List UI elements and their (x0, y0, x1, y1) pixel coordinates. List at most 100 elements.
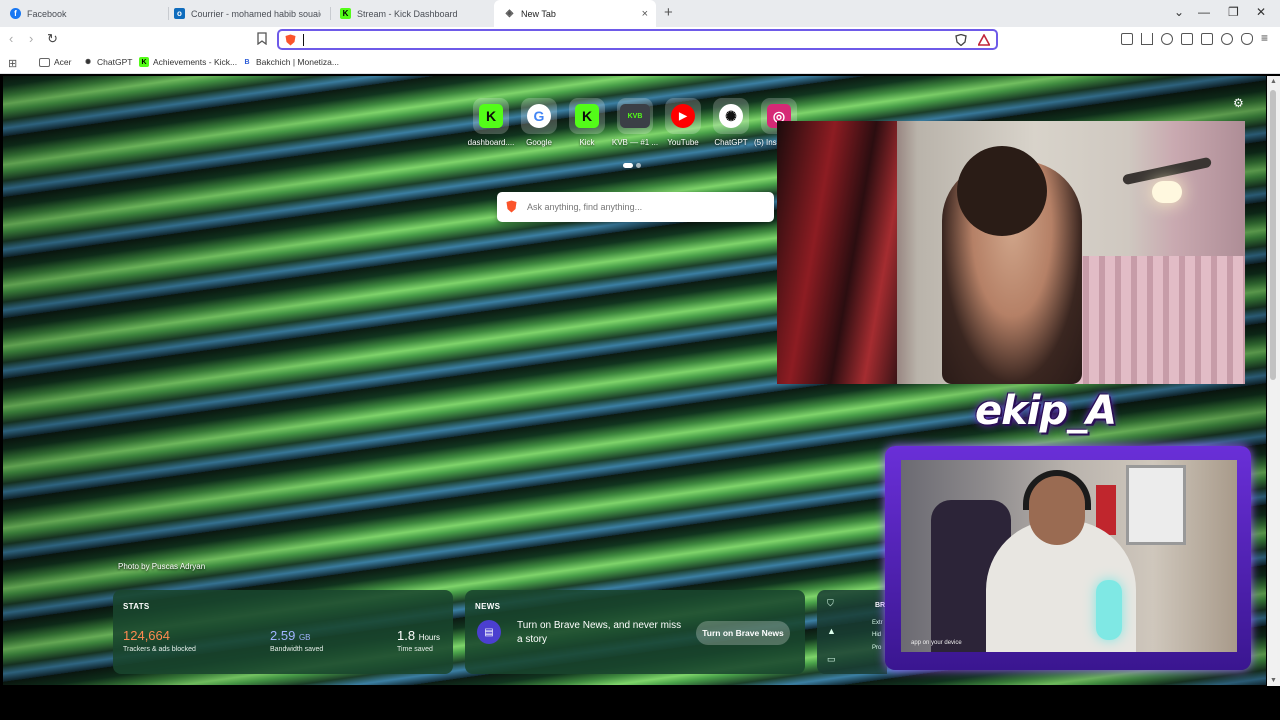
bandwidth-saved-label: Bandwidth saved (270, 646, 324, 653)
bookmark-chatgpt[interactable]: ✺ ChatGPT (83, 57, 132, 67)
folder-icon (39, 57, 50, 67)
headset (1023, 470, 1091, 510)
scrollbar[interactable]: ▲ ▼ (1267, 76, 1280, 686)
brave-rewards-icon[interactable] (978, 34, 990, 46)
bookmark-acer[interactable]: Acer (39, 57, 71, 67)
extensions-icon[interactable] (1121, 33, 1133, 45)
scroll-down-icon[interactable]: ▼ (1270, 677, 1277, 684)
time-number: 1.8 (397, 628, 416, 643)
top-site-dashboard[interactable]: K dashboard.... (464, 98, 518, 147)
search-box[interactable]: Ask anything, find anything... (497, 192, 774, 222)
back-button[interactable]: ‹ (9, 31, 13, 46)
time-saved-value: 1.8 Hours (397, 628, 440, 643)
streamer-logo: ekip_A (975, 388, 1117, 434)
tab-strip: f Facebook o Courrier - mohamed habib so… (0, 0, 1280, 27)
privacy-card-heading: BR (875, 602, 886, 609)
brave-search-icon (506, 200, 517, 213)
menu-icon[interactable]: ≡ (1261, 31, 1268, 45)
top-site-chatgpt[interactable]: ✺ ChatGPT (704, 98, 758, 147)
top-site-kick[interactable]: K Kick (560, 98, 614, 147)
scroll-up-icon[interactable]: ▲ (1270, 78, 1277, 85)
top-site-youtube[interactable]: ▶ YouTube (656, 98, 710, 147)
microphone (1096, 580, 1122, 640)
top-site-label: dashboard.... (467, 138, 515, 147)
webcam-overlay-streamer: app on your device (901, 460, 1237, 652)
tab-search-dropdown-icon[interactable]: ⌄ (1174, 5, 1184, 19)
new-tab-button[interactable]: + (664, 4, 673, 21)
downloads-icon[interactable] (1141, 33, 1153, 45)
top-site-kvb[interactable]: KVB KVB — #1 ... (608, 98, 662, 147)
close-window-button[interactable]: ✕ (1256, 5, 1266, 19)
kick-icon: K (340, 8, 351, 19)
top-site-label: Google (526, 138, 552, 147)
bakchich-icon: B (244, 58, 250, 66)
privacy-item: Hid (872, 632, 882, 638)
trackers-blocked-value: 124,664 (123, 628, 170, 643)
tab-kick-dashboard[interactable]: K Stream - Kick Dashboard (330, 0, 494, 27)
top-site-label: Kick (579, 138, 595, 147)
close-tab-icon[interactable]: × (642, 8, 648, 20)
top-site-tile: KVB (617, 98, 653, 134)
reload-button[interactable]: ↻ (47, 31, 58, 47)
top-site-tile: G (521, 98, 557, 134)
time-unit: Hours (418, 633, 441, 642)
wallet-icon[interactable]: ▭ (827, 654, 836, 665)
bandwidth-unit: GB (298, 633, 311, 642)
room-window (1126, 465, 1186, 545)
turn-on-brave-news-button[interactable]: Turn on Brave News (696, 621, 790, 645)
tab-courrier[interactable]: o Courrier - mohamed habib souaied - (164, 0, 332, 27)
scrollbar-thumb[interactable] (1270, 90, 1276, 380)
stats-card: STATS 124,664 Trackers & ads blocked 2.5… (113, 590, 453, 674)
bookmark-achievements-kick[interactable]: K Achievements - Kick... (139, 57, 237, 67)
shield-icon[interactable]: ⛉ (827, 598, 834, 609)
text-caret (303, 34, 304, 46)
bookmark-label: Bakchich | Monetiza... (256, 57, 339, 67)
ceiling-light (1152, 181, 1182, 203)
news-text: Turn on Brave News, and never miss a sto… (517, 620, 682, 645)
tab-facebook[interactable]: f Facebook (0, 0, 168, 27)
brave-shield-icon[interactable] (285, 34, 296, 46)
kvb-icon: KVB (620, 104, 650, 128)
time-saved-label: Time saved (397, 646, 433, 653)
media-icon[interactable] (1161, 33, 1173, 45)
tab-title: Facebook (27, 8, 67, 19)
bookmark-icon[interactable] (257, 32, 267, 45)
chatgpt-icon: ✺ (719, 104, 743, 128)
wallet-icon[interactable] (1201, 33, 1213, 45)
red-curtain (777, 121, 897, 384)
privacy-item: Extr (872, 620, 883, 626)
kick-icon: K (479, 104, 503, 128)
gear-icon[interactable]: ⚙ (1233, 96, 1244, 110)
vpn-icon[interactable] (1241, 33, 1253, 45)
leo-ai-icon[interactable] (1221, 33, 1233, 45)
youtube-icon: ▶ (671, 104, 695, 128)
sidebar-icon[interactable] (1181, 33, 1193, 45)
tab-title: Stream - Kick Dashboard (357, 8, 458, 19)
kick-icon: K (139, 57, 149, 67)
minimize-button[interactable]: — (1198, 5, 1210, 19)
top-site-tile: ✺ (713, 98, 749, 134)
photo-credit[interactable]: Photo by Puscas Adryan (118, 562, 205, 571)
top-site-label: YouTube (667, 138, 699, 147)
forward-button[interactable]: › (29, 31, 33, 46)
news-icon: ▤ (477, 620, 501, 644)
brave-shields-icon[interactable] (955, 34, 967, 46)
rewards-icon[interactable]: ▲ (827, 626, 836, 636)
top-sites-pager[interactable] (623, 163, 641, 168)
address-bar[interactable] (277, 29, 998, 50)
toolbar: ‹ › ↻ ≡ (0, 27, 1280, 53)
tab-new-tab[interactable]: ◈ New Tab × (494, 0, 656, 27)
tab-title: New Tab (521, 8, 556, 19)
google-icon: G (527, 104, 551, 128)
bookmark-bakchich[interactable]: B Bakchich | Monetiza... (242, 57, 339, 67)
kick-icon: K (575, 104, 599, 128)
pager-dot[interactable] (636, 163, 641, 168)
stats-heading: STATS (123, 602, 150, 611)
apps-grid-icon[interactable]: ⊞ (8, 57, 17, 70)
restore-button[interactable]: ❐ (1228, 5, 1239, 19)
pager-dot-active[interactable] (623, 163, 633, 168)
webcam-caption: app on your device (911, 640, 962, 646)
search-placeholder: Ask anything, find anything... (527, 202, 643, 212)
top-site-google[interactable]: G Google (512, 98, 566, 147)
bookmark-label: ChatGPT (97, 57, 133, 67)
